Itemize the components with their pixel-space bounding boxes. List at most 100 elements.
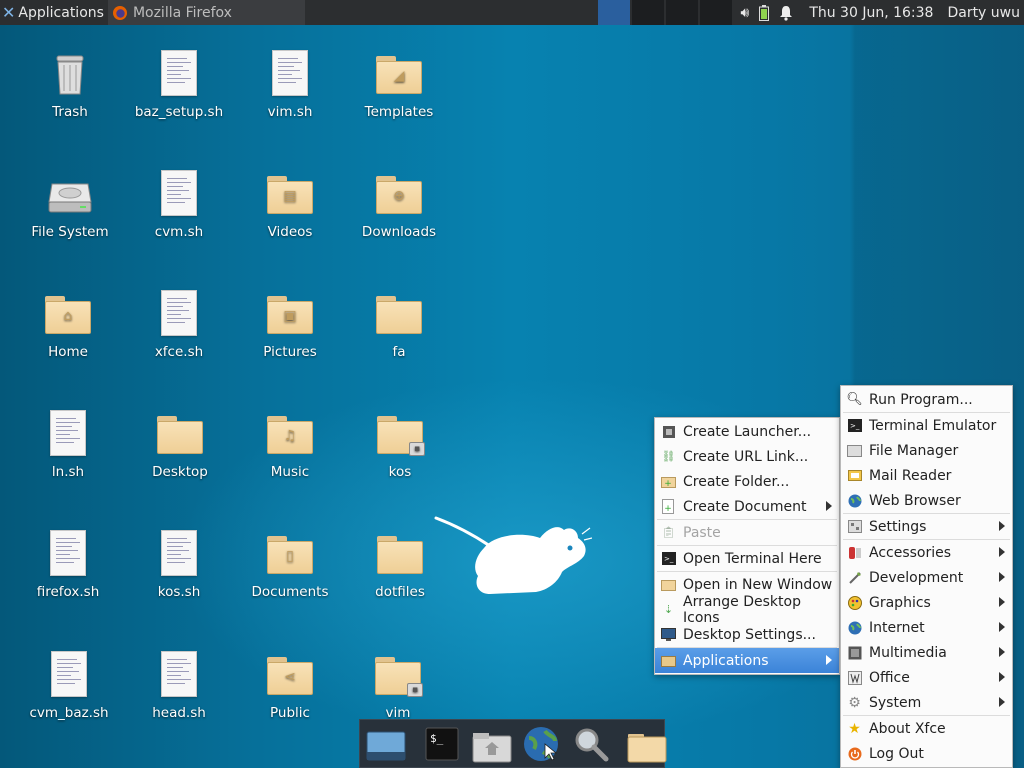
script-file-icon	[155, 170, 203, 218]
desktop-icon-vim[interactable]: ▪ vim	[348, 651, 448, 721]
volume-icon[interactable]: 🔊︎	[740, 5, 749, 21]
notification-bell-icon[interactable]	[779, 5, 793, 21]
workspace-1[interactable]	[598, 0, 630, 25]
menu-item-accessories[interactable]: Accessories	[841, 540, 1012, 565]
desktop-icon-documents[interactable]: ▯ Documents	[240, 530, 340, 600]
menu-item-label: System	[869, 694, 922, 711]
multimedia-icon	[847, 645, 862, 660]
menu-item-system[interactable]: ⚙ System	[841, 690, 1012, 715]
development-icon	[847, 570, 862, 585]
dock-file-manager-button[interactable]	[469, 724, 513, 764]
menu-item-terminal-emulator[interactable]: >_ Terminal Emulator	[841, 413, 1012, 438]
templates-folder-icon: ◢	[375, 50, 423, 98]
folder-icon	[376, 530, 424, 578]
desktop-icon-ln-sh[interactable]: ln.sh	[18, 410, 118, 480]
desktop-icon-downloads[interactable]: ⊕ Downloads	[349, 170, 449, 240]
dock-folder-button[interactable]	[625, 724, 669, 764]
menu-item-create-document[interactable]: + Create Document	[655, 494, 839, 519]
menu-item-web-browser[interactable]: Web Browser	[841, 488, 1012, 513]
applications-menu-button[interactable]: ✕ Applications	[0, 0, 108, 25]
terminal-icon: >_	[847, 418, 862, 433]
menu-item-applications[interactable]: Applications	[655, 648, 839, 673]
music-folder-icon: ♫	[266, 410, 314, 458]
monitor-icon	[661, 627, 676, 642]
desktop-icon-trash[interactable]: Trash	[20, 50, 120, 120]
desktop-icon-videos[interactable]: ▤ Videos	[240, 170, 340, 240]
taskbar-button-firefox[interactable]: Mozilla Firefox	[107, 0, 305, 25]
workspace-2[interactable]	[632, 0, 664, 25]
desktop-icon-xfce-sh[interactable]: xfce.sh	[129, 290, 229, 360]
desktop-icon-templates[interactable]: ◢ Templates	[349, 50, 449, 120]
menu-item-label: Settings	[869, 518, 927, 535]
menu-item-arrange-desktop-icons[interactable]: ⇣ Arrange Desktop Icons	[655, 594, 839, 626]
desktop-icon-kos[interactable]: ▪ kos	[350, 410, 450, 480]
desktop-icon-head-sh[interactable]: head.sh	[129, 651, 229, 721]
menu-item-label: Development	[869, 569, 964, 586]
submenu-arrow-icon	[826, 501, 832, 511]
svg-text:>_: >_	[850, 422, 860, 430]
desktop-icon-desktop[interactable]: Desktop	[130, 410, 230, 480]
desktop-icon-home[interactable]: ⌂ Home	[18, 290, 118, 360]
menu-item-graphics[interactable]: Graphics	[841, 590, 1012, 615]
sort-icon: ⇣	[663, 603, 674, 616]
hard-drive-icon	[46, 170, 94, 218]
desktop-icon-baz-setup-sh[interactable]: baz_setup.sh	[129, 50, 229, 120]
home-folder-icon: ⌂	[44, 290, 92, 338]
desktop-icon-firefox-sh[interactable]: firefox.sh	[18, 530, 118, 600]
menu-item-file-manager[interactable]: File Manager	[841, 438, 1012, 463]
desktop-icon-fa[interactable]: fa	[349, 290, 449, 360]
menu-item-mail-reader[interactable]: Mail Reader	[841, 463, 1012, 488]
desktop-icon-label: Documents	[251, 584, 329, 600]
desktop-icon-cvm-baz-sh[interactable]: cvm_baz.sh	[19, 651, 119, 721]
launcher-icon	[661, 424, 676, 439]
office-icon	[847, 670, 862, 685]
folder-icon: ▪	[376, 410, 425, 458]
workspace-3[interactable]	[666, 0, 698, 25]
menu-item-office[interactable]: Office	[841, 665, 1012, 690]
show-desktop-icon	[366, 731, 406, 760]
menu-item-open-terminal-here[interactable]: >_ Open Terminal Here	[655, 546, 839, 571]
globe-icon	[847, 493, 862, 508]
menu-item-create-launcher[interactable]: Create Launcher...	[655, 419, 839, 444]
applications-label: Applications	[18, 4, 104, 21]
workspace-4[interactable]	[700, 0, 732, 25]
svg-text:$_: $_	[430, 732, 444, 745]
desktop-icon-label: Pictures	[263, 344, 317, 360]
menu-item-log-out[interactable]: Log Out	[841, 741, 1012, 766]
desktop-icon-vim-sh[interactable]: vim.sh	[240, 50, 340, 120]
gear-icon: ⚙	[848, 694, 861, 711]
menu-item-create-url-link[interactable]: ⛓ Create URL Link...	[655, 444, 839, 469]
dock-web-browser-button[interactable]	[519, 724, 563, 764]
menu-item-run-program[interactable]: 🔍︎ Run Program...	[841, 387, 1012, 412]
folder-icon	[627, 733, 667, 762]
clock[interactable]: Thu 30 Jun, 16:38	[809, 5, 933, 21]
terminal-icon: >_	[661, 551, 676, 566]
desktop-icon-pictures[interactable]: ▣ Pictures	[240, 290, 340, 360]
menu-item-about-xfce[interactable]: ★ About Xfce	[841, 716, 1012, 741]
menu-item-create-folder[interactable]: + Create Folder...	[655, 469, 839, 494]
dock-terminal-button[interactable]: $_	[419, 724, 463, 764]
desktop-icon-kos-sh[interactable]: kos.sh	[129, 530, 229, 600]
desktop-icon-label: fa	[392, 344, 406, 360]
desktop-icon-label: ln.sh	[51, 464, 85, 480]
menu-item-desktop-settings[interactable]: Desktop Settings...	[655, 622, 839, 647]
desktop-icon-cvm-sh[interactable]: cvm.sh	[129, 170, 229, 240]
desktop-icon-label: cvm.sh	[154, 224, 204, 240]
submenu-arrow-icon	[826, 655, 832, 665]
menu-item-label: Create Folder...	[683, 473, 790, 490]
menu-item-internet[interactable]: Internet	[841, 615, 1012, 640]
menu-item-settings[interactable]: Settings	[841, 514, 1012, 539]
battery-icon[interactable]	[759, 4, 770, 21]
desktop-icon-file-system[interactable]: File System	[20, 170, 120, 240]
menu-item-label: Arrange Desktop Icons	[683, 593, 801, 626]
desktop-icon-label: Music	[270, 464, 310, 480]
menu-item-development[interactable]: Development	[841, 565, 1012, 590]
user-name[interactable]: Darty uwu	[947, 5, 1020, 21]
dock-app-finder-button[interactable]	[569, 724, 613, 764]
globe-icon	[847, 620, 862, 635]
desktop-icon-public[interactable]: ⋖ Public	[240, 651, 340, 721]
desktop-icon-music[interactable]: ♫ Music	[240, 410, 340, 480]
dock-show-desktop-button[interactable]	[363, 724, 407, 764]
menu-item-multimedia[interactable]: Multimedia	[841, 640, 1012, 665]
menu-item-label: Terminal Emulator	[869, 417, 997, 434]
